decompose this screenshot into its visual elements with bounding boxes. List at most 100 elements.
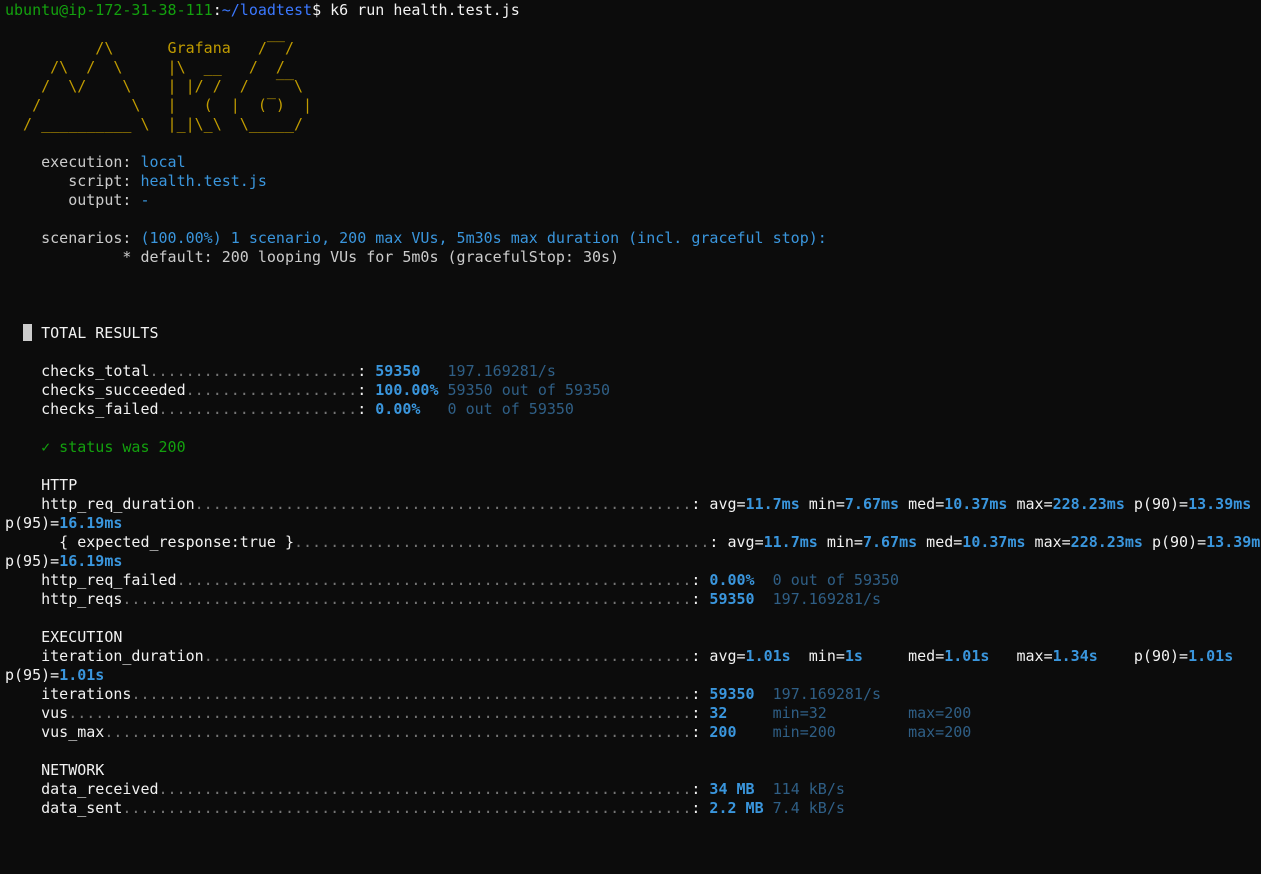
metric-extra: 197.169281/s <box>763 590 882 608</box>
metric-row-checks-total: checks_total.......................: 593… <box>41 362 556 380</box>
metric-row-http-req-failed: http_req_failed.........................… <box>41 571 900 589</box>
metric-row-wrap: p(95)=16.19ms <box>5 552 123 570</box>
metric-dots: ................... <box>185 381 358 399</box>
metric-extra: 114 kB/s <box>763 780 845 798</box>
metric-name: http_req_failed <box>41 571 177 589</box>
metric-row-http-req-duration: http_req_duration.......................… <box>41 495 1252 513</box>
check-status-line: ✓ status was 200 <box>0 438 1261 457</box>
banner-line: /\ Grafana /‾‾/ <box>5 39 313 57</box>
output-value: - <box>140 191 150 209</box>
metric-row-iterations: iterations..............................… <box>41 685 882 703</box>
stat-p95: 16.19ms <box>59 552 123 570</box>
metric-value: 200 <box>709 723 764 741</box>
stat-min: 1s <box>844 647 863 665</box>
metric-row-data-received: data_received...........................… <box>41 780 845 798</box>
metric-extra: 0 out of 59350 <box>763 571 900 589</box>
metric-name: http_req_duration <box>41 495 195 513</box>
metric-value: 59350 <box>709 590 764 608</box>
metric-extra: 197.169281/s <box>763 685 882 703</box>
http-title: HTTP <box>41 476 78 494</box>
network-title: NETWORK <box>41 761 105 779</box>
metric-value: 59350 <box>375 362 439 380</box>
scenario-default: * default: 200 looping VUs for 5m0s (gra… <box>5 248 620 266</box>
metric-dots: ........................................… <box>203 647 692 665</box>
banner-line: / __________ \ |_|\_\ \_____/ <box>5 115 313 133</box>
metric-row-expected-response: { expected_response:true }..............… <box>0 533 1261 552</box>
execution-heading: EXECUTION <box>0 628 1261 647</box>
metric-dots: ....................... <box>149 362 358 380</box>
metric-row-wrap: p(95)=16.19ms <box>5 514 123 532</box>
metric-name: iterations <box>41 685 132 703</box>
output-info: output: - <box>0 191 1261 210</box>
http-heading: HTTP <box>0 476 1261 495</box>
prompt-line: ubuntu@ip-172-31-38-111:~/loadtest$ k6 r… <box>0 1 1261 20</box>
banner-line: /\ / \ |\ __ / / <box>5 58 313 76</box>
metric-extra-max: max=200 <box>908 723 972 741</box>
metric-value: 34 MB <box>709 780 764 798</box>
stat-min: 7.67ms <box>844 495 900 513</box>
prompt-symbol: $ <box>312 1 322 19</box>
metric-name: vus <box>41 704 69 722</box>
metric-dots: ........................................… <box>158 780 692 798</box>
metric-row-data-sent: data_sent...............................… <box>41 799 845 817</box>
script-value: health.test.js <box>140 172 267 190</box>
scenarios-value: (100.00%) 1 scenario, 200 max VUs, 5m30s… <box>140 229 827 247</box>
metric-name: vus_max <box>41 723 105 741</box>
execution-value: local <box>140 153 186 171</box>
metric-name: checks_succeeded <box>41 381 186 399</box>
stat-avg: 11.7ms <box>763 533 818 551</box>
metric-value: 2.2 MB <box>709 799 764 817</box>
output-label: output: <box>5 191 141 209</box>
stat-p90: 13.39ms <box>1206 533 1261 551</box>
stat-p90: 1.01s <box>1188 647 1234 665</box>
metric-extra: 7.4 kB/s <box>763 799 845 817</box>
stat-p95: 1.01s <box>59 666 105 684</box>
terminal-window[interactable]: ubuntu@ip-172-31-38-111:~/loadtest$ k6 r… <box>0 0 1261 874</box>
metric-value: 0.00% <box>709 571 764 589</box>
metric-extra-min: min=32 <box>763 704 827 722</box>
prompt-separator: : <box>212 1 222 19</box>
prompt-path: ~/loadtest <box>221 1 313 19</box>
metric-dots: ........................................… <box>176 571 692 589</box>
stat-max: 1.34s <box>1052 647 1098 665</box>
stat-max: 228.23ms <box>1070 533 1143 551</box>
metric-row-vus-max: vus_max.................................… <box>41 723 972 741</box>
metric-extra-max: max=200 <box>908 704 972 722</box>
network-heading: NETWORK <box>0 761 1261 780</box>
stat-med: 10.37ms <box>962 533 1026 551</box>
section-marker-icon <box>23 324 33 341</box>
total-results-title: TOTAL RESULTS <box>41 324 159 342</box>
metric-name: checks_total <box>41 362 150 380</box>
stat-min: 7.67ms <box>862 533 918 551</box>
metric-name: data_sent <box>41 799 123 817</box>
metric-dots: ...................... <box>158 400 358 418</box>
metric-value: 32 <box>709 704 764 722</box>
stat-med: 1.01s <box>944 647 990 665</box>
metric-name: data_received <box>41 780 159 798</box>
total-results-heading: TOTAL RESULTS <box>0 324 1261 343</box>
execution-info: execution: local <box>0 153 1261 172</box>
prompt-user-host: ubuntu@ip-172-31-38-111 <box>5 1 213 19</box>
metric-extra-min: min=200 <box>763 723 836 741</box>
stat-avg: 11.7ms <box>745 495 800 513</box>
stat-p95: 16.19ms <box>59 514 123 532</box>
metric-value: 0.00% <box>375 400 439 418</box>
metric-row-wrap: p(95)=1.01s <box>5 666 105 684</box>
metric-row-http-reqs: http_reqs...............................… <box>41 590 882 608</box>
metric-name: { expected_response:true } <box>41 533 294 551</box>
prompt-command: k6 run health.test.js <box>321 1 520 19</box>
metric-dots: ........................................… <box>122 799 692 817</box>
metric-row-vus: vus.....................................… <box>41 704 972 722</box>
stat-p90: 13.39ms <box>1188 495 1252 513</box>
metric-row-checks-failed: checks_failed......................: 0.0… <box>41 400 574 418</box>
metric-dots: ........................................… <box>294 533 710 551</box>
check-status: ✓ status was 200 <box>41 438 186 456</box>
metric-dots: ........................................… <box>194 495 692 513</box>
metric-dots: ........................................… <box>122 590 692 608</box>
execution-label: execution: <box>5 153 141 171</box>
metric-name: http_reqs <box>41 590 123 608</box>
metric-value: 100.00% <box>375 381 439 399</box>
metric-extra: 59350 out of 59350 <box>438 381 611 399</box>
metric-dots: ........................................… <box>68 704 692 722</box>
banner-line: / \/ \ | |/ / / ‾‾\ <box>5 77 313 95</box>
